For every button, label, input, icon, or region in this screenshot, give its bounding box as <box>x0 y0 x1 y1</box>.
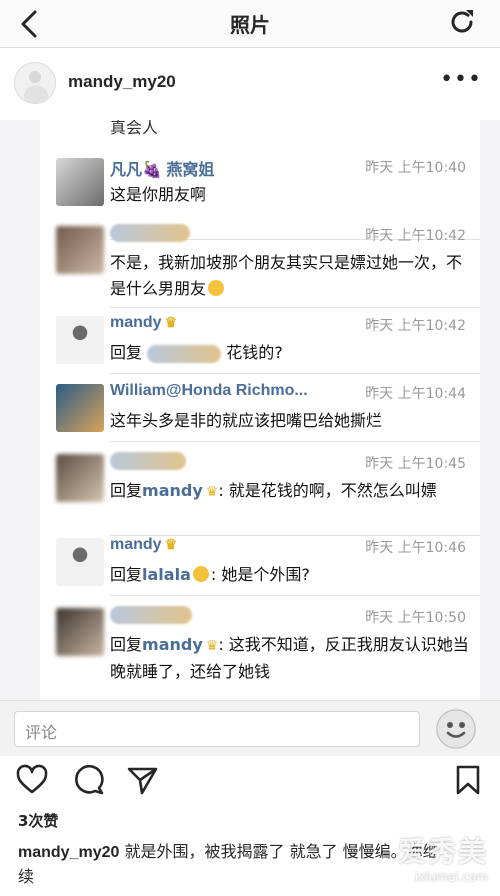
crown-icon: ♛ <box>164 314 178 330</box>
commenter-name-text: mandy <box>110 536 162 553</box>
commenter-name: William@Honda Richmo... <box>110 382 308 399</box>
reply-prefix: 回复 <box>110 565 143 584</box>
mention-link[interactable]: mandy <box>142 481 203 500</box>
comment-time: 昨天 上午10:46 <box>365 540 466 556</box>
commenter-name: mandy ♛ <box>110 536 177 554</box>
reply-text: : 就是花钱的啊，不然怎么叫嫖 <box>218 481 437 500</box>
comment-item: 昨天 上午10:42 不是，我新加坡那个朋友其实只是嫖过她一次，不是什么男朋友 <box>40 220 480 308</box>
heart-icon[interactable] <box>16 764 48 796</box>
comment-icon[interactable] <box>72 764 104 796</box>
commenter-avatar <box>56 158 104 206</box>
page-title: 照片 <box>230 13 270 37</box>
comment-text: 回复 花钱的? <box>110 340 470 366</box>
reply-prefix: 回复 <box>110 481 143 500</box>
share-icon[interactable] <box>126 764 158 796</box>
comment-time: 昨天 上午10:42 <box>365 228 466 244</box>
commenter-avatar-blurred <box>56 226 104 274</box>
caption-username[interactable]: mandy_my20 <box>18 844 119 861</box>
reply-text: : 她是个外围? <box>210 565 310 584</box>
commenter-avatar-blurred <box>56 454 104 502</box>
divider <box>110 307 480 308</box>
mention-link[interactable]: mandy <box>142 635 203 654</box>
comment-text: 回复mandy ♛: 这我不知道，反正我朋友认识她当晚就睡了，还给了她钱 <box>110 632 470 685</box>
comment-time: 昨天 上午10:42 <box>365 318 466 334</box>
comment-time: 昨天 上午10:44 <box>365 386 466 402</box>
divider <box>110 595 480 596</box>
comment-text: 不是，我新加坡那个朋友其实只是嫖过她一次，不是什么男朋友 <box>110 250 470 302</box>
like-count[interactable]: 3次赞 <box>18 810 58 831</box>
commenter-avatar <box>56 538 104 586</box>
commenter-name-text: mandy <box>110 314 162 331</box>
comment-time: 昨天 上午10:45 <box>365 456 466 472</box>
commenter-avatar <box>56 384 104 432</box>
bookmark-icon[interactable] <box>452 764 484 796</box>
refresh-icon[interactable] <box>446 6 478 38</box>
reply-prefix: 回复 <box>110 635 143 654</box>
post-caption: mandy_my20 就是外围，被我揭露了 就急了 慢慢编。你继续 <box>18 840 448 889</box>
comment-time: 昨天 上午10:50 <box>365 610 466 626</box>
comment-bar: 评论 <box>0 700 500 756</box>
comment-text: 回复mandy ♛: 就是花钱的啊，不然怎么叫嫖 <box>110 478 470 505</box>
commenter-name: mandy ♛ <box>110 314 177 332</box>
comment-item: 昨天 上午10:45 回复mandy ♛: 就是花钱的啊，不然怎么叫嫖 <box>40 448 480 536</box>
comment-item: 昨天 上午10:50 回复mandy ♛: 这我不知道，反正我朋友认识她当晚就睡了… <box>40 602 480 690</box>
commenter-avatar <box>56 316 104 364</box>
site-watermark: 爱秀美 ixiumei.com <box>398 830 488 884</box>
commenter-name: 凡凡🍇 燕窝姐 <box>110 162 215 179</box>
comment-item: William@Honda Richmo... 昨天 上午10:44 这年头多是… <box>40 378 480 442</box>
post-header: mandy_my20 ••• <box>0 48 500 120</box>
more-options-icon[interactable]: ••• <box>440 69 482 91</box>
avatar[interactable] <box>14 62 56 104</box>
comment-text: 这是你朋友啊 <box>110 185 207 204</box>
crown-icon: ♛ <box>205 638 219 654</box>
comment-text-content: 不是，我新加坡那个朋友其实只是嫖过她一次，不是什么男朋友 <box>110 253 463 298</box>
comment-text: 回复lalala : 她是个外围? <box>110 562 470 588</box>
top-nav-bar: 照片 <box>0 0 500 48</box>
crown-icon: ♛ <box>205 484 219 500</box>
commenter-name-blurred <box>110 224 190 242</box>
mention-link[interactable]: lalala <box>142 565 191 584</box>
commenter-avatar-blurred <box>56 608 104 656</box>
comment-item: mandy ♛ 昨天 上午10:42 回复 花钱的? <box>40 310 480 374</box>
post-username[interactable]: mandy_my20 <box>68 72 176 92</box>
reply-prefix: 回复 <box>110 343 143 362</box>
action-bar <box>0 756 500 806</box>
divider <box>110 441 480 442</box>
shushing-emoji-icon <box>192 566 209 582</box>
divider <box>110 373 480 374</box>
cut-off-text: 真会人 <box>110 120 159 137</box>
comment-time: 昨天 上午10:40 <box>365 160 466 176</box>
watermark-url: ixiumei.com <box>414 870 488 884</box>
watermark-logo: 爱秀美 <box>397 835 488 868</box>
crown-icon: ♛ <box>164 536 178 552</box>
comment-item: mandy ♛ 昨天 上午10:46 回复lalala : 她是个外围? <box>40 532 480 596</box>
reply-text: 花钱的? <box>226 343 283 362</box>
blurred-name <box>147 344 222 363</box>
post-photo[interactable]: 真会人 凡凡🍇 燕窝姐 昨天 上午10:40 这是你朋友啊 昨天 上午10:42… <box>0 120 500 745</box>
thinking-emoji-icon <box>208 280 225 296</box>
comment-input[interactable]: 评论 <box>14 711 420 747</box>
emoji-icon[interactable] <box>436 709 476 749</box>
commenter-name-blurred <box>110 452 186 470</box>
commenter-name-blurred <box>110 606 192 624</box>
comment-text: 这年头多是非的就应该把嘴巴给她撕烂 <box>110 411 383 430</box>
